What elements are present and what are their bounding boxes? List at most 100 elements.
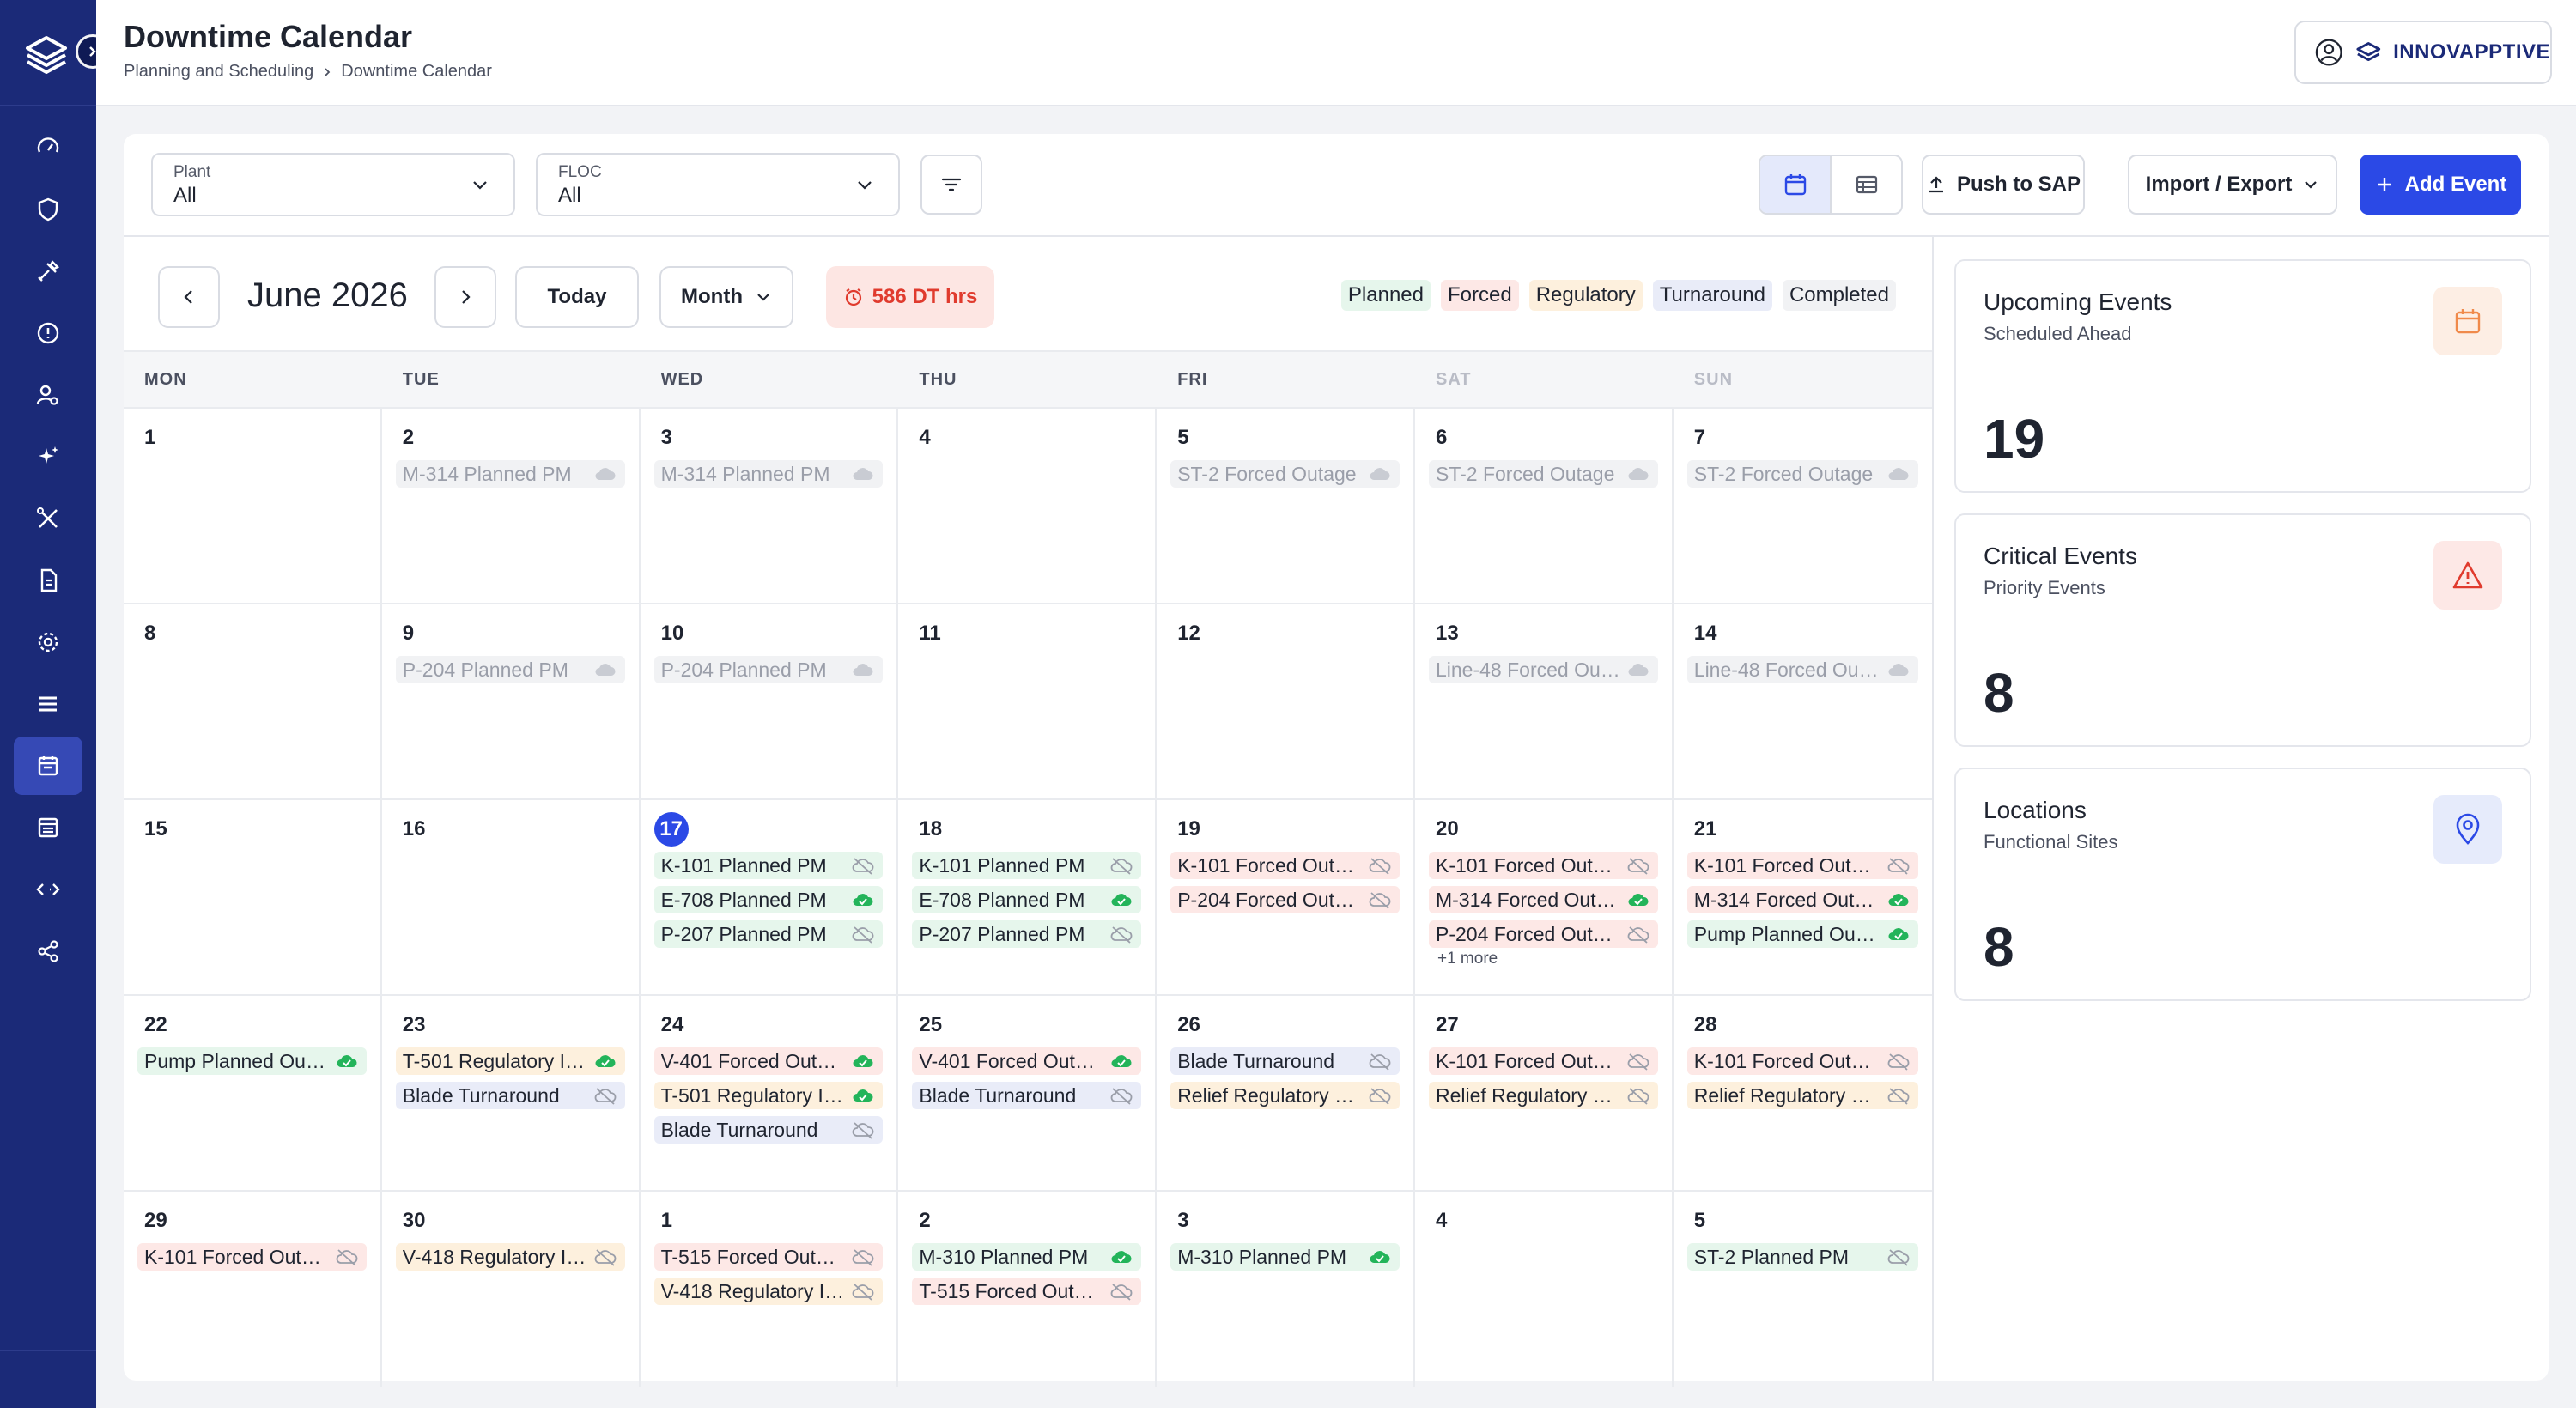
calendar-event-forced[interactable]: T-515 Forced Outage xyxy=(653,1243,884,1271)
calendar-day-cell[interactable]: 18 K-101 Planned PM E-708 Planned PM P-207 … xyxy=(898,800,1157,996)
more-events-link[interactable]: +1 more xyxy=(1437,950,1658,968)
calendar-day-cell[interactable]: 19 K-101 Forced Outage P-204 Forced Outage xyxy=(1157,800,1415,996)
calendar-day-cell[interactable]: 17 K-101 Planned PM E-708 Planned PM P-207 … xyxy=(641,800,899,996)
calendar-event-forced[interactable]: K-101 Forced Outage xyxy=(1428,1047,1658,1075)
calendar-event-completed[interactable]: P-204 Planned PM xyxy=(395,656,625,683)
calendar-event-planned[interactable]: ST-2 Planned PM xyxy=(1686,1243,1918,1271)
plant-select[interactable]: Plant All xyxy=(151,153,515,216)
calendar-day-cell[interactable]: 3 M-314 Planned PM xyxy=(641,409,899,604)
sidebar-item[interactable] xyxy=(0,488,96,549)
calendar-day-cell[interactable]: 1 xyxy=(124,409,382,604)
today-button[interactable]: Today xyxy=(515,266,639,328)
sidebar-item[interactable] xyxy=(0,426,96,488)
calendar-event-regulatory[interactable]: V-418 Regulatory Inspection xyxy=(395,1243,625,1271)
calendar-event-planned[interactable]: E-708 Planned PM xyxy=(653,886,884,913)
sidebar-item[interactable] xyxy=(0,179,96,240)
sidebar-item[interactable] xyxy=(0,117,96,179)
calendar-day-cell[interactable]: 29 K-101 Forced Outage xyxy=(124,1192,382,1387)
calendar-day-cell[interactable]: 30 V-418 Regulatory Inspection xyxy=(382,1192,641,1387)
sidebar-item[interactable] xyxy=(0,735,96,797)
calendar-event-turnaround[interactable]: Blade Turnaround xyxy=(1170,1047,1400,1075)
sidebar-item[interactable] xyxy=(0,240,96,302)
calendar-event-planned[interactable]: Pump Planned Outage xyxy=(137,1047,367,1075)
sidebar-item[interactable] xyxy=(0,673,96,735)
filter-button[interactable] xyxy=(920,155,982,215)
stat-card-upcoming[interactable]: Upcoming Events Scheduled Ahead 19 xyxy=(1954,259,2531,493)
calendar-day-cell[interactable]: 2 M-314 Planned PM xyxy=(382,409,641,604)
calendar-event-completed[interactable]: M-314 Planned PM xyxy=(653,460,884,488)
calendar-day-cell[interactable]: 5 ST-2 Planned PM xyxy=(1674,1192,1932,1387)
calendar-event-forced[interactable]: P-204 Forced Outage xyxy=(1428,920,1658,948)
calendar-day-cell[interactable]: 21 K-101 Forced Outage M-314 Forced Outage… xyxy=(1674,800,1932,996)
calendar-day-cell[interactable]: 13 Line-48 Forced Outage xyxy=(1415,604,1674,800)
calendar-event-turnaround[interactable]: Blade Turnaround xyxy=(912,1082,1142,1109)
calendar-event-turnaround[interactable]: Blade Turnaround xyxy=(395,1082,625,1109)
breadcrumb-item-planning[interactable]: Planning and Scheduling xyxy=(124,62,313,82)
calendar-event-forced[interactable]: K-101 Forced Outage xyxy=(1170,852,1400,879)
next-month-button[interactable] xyxy=(434,266,496,328)
calendar-event-forced[interactable]: P-204 Forced Outage xyxy=(1170,886,1400,913)
prev-month-button[interactable] xyxy=(158,266,220,328)
calendar-day-cell[interactable]: 3 M-310 Planned PM xyxy=(1157,1192,1415,1387)
calendar-event-forced[interactable]: M-314 Forced Outage xyxy=(1686,886,1918,913)
calendar-event-forced[interactable]: K-101 Forced Outage xyxy=(137,1243,367,1271)
calendar-day-cell[interactable]: 23 T-501 Regulatory Inspection Blade Turna… xyxy=(382,996,641,1192)
calendar-event-regulatory[interactable]: V-418 Regulatory Inspection xyxy=(653,1278,884,1305)
import-export-button[interactable]: Import / Export xyxy=(2128,155,2337,215)
calendar-day-cell[interactable]: 25 V-401 Forced Outage Blade Turnaround xyxy=(898,996,1157,1192)
sidebar-item[interactable] xyxy=(0,797,96,859)
calendar-day-cell[interactable]: 7 ST-2 Forced Outage xyxy=(1674,409,1932,604)
calendar-view-button[interactable] xyxy=(1760,156,1830,213)
calendar-day-cell[interactable]: 12 xyxy=(1157,604,1415,800)
sidebar-item[interactable] xyxy=(0,364,96,426)
calendar-event-completed[interactable]: P-204 Planned PM xyxy=(653,656,884,683)
calendar-event-regulatory[interactable]: T-501 Regulatory Inspection xyxy=(395,1047,625,1075)
calendar-day-cell[interactable]: 4 xyxy=(898,409,1157,604)
calendar-event-forced[interactable]: V-401 Forced Outage xyxy=(912,1047,1142,1075)
sidebar-item[interactable] xyxy=(0,611,96,673)
floc-select[interactable]: FLOC All xyxy=(536,153,900,216)
calendar-event-forced[interactable]: K-101 Forced Outage xyxy=(1428,852,1658,879)
calendar-event-forced[interactable]: V-401 Forced Outage xyxy=(653,1047,884,1075)
calendar-day-cell[interactable]: 24 V-401 Forced Outage T-501 Regulatory In… xyxy=(641,996,899,1192)
calendar-day-cell[interactable]: 28 K-101 Forced Outage Relief Regulatory O… xyxy=(1674,996,1932,1192)
calendar-event-completed[interactable]: Line-48 Forced Outage xyxy=(1428,656,1658,683)
calendar-event-completed[interactable]: ST-2 Forced Outage xyxy=(1428,460,1658,488)
calendar-event-regulatory[interactable]: Relief Regulatory Outage xyxy=(1686,1082,1918,1109)
calendar-event-planned[interactable]: K-101 Planned PM xyxy=(912,852,1142,879)
calendar-event-planned[interactable]: K-101 Planned PM xyxy=(653,852,884,879)
calendar-day-cell[interactable]: 6 ST-2 Forced Outage xyxy=(1415,409,1674,604)
calendar-event-planned[interactable]: M-310 Planned PM xyxy=(912,1243,1142,1271)
calendar-event-planned[interactable]: Pump Planned Outage xyxy=(1686,920,1918,948)
calendar-event-forced[interactable]: T-515 Forced Outage xyxy=(912,1278,1142,1305)
calendar-day-cell[interactable]: 26 Blade Turnaround Relief Regulatory Outa… xyxy=(1157,996,1415,1192)
add-event-button[interactable]: Add Event xyxy=(2360,155,2521,215)
calendar-day-cell[interactable]: 2 M-310 Planned PM T-515 Forced Outage xyxy=(898,1192,1157,1387)
calendar-day-cell[interactable]: 1 T-515 Forced Outage V-418 Regulatory Ins… xyxy=(641,1192,899,1387)
calendar-event-turnaround[interactable]: Blade Turnaround xyxy=(653,1116,884,1144)
calendar-day-cell[interactable]: 4 xyxy=(1415,1192,1674,1387)
calendar-event-completed[interactable]: ST-2 Forced Outage xyxy=(1170,460,1400,488)
calendar-event-forced[interactable]: K-101 Forced Outage xyxy=(1686,1047,1918,1075)
user-brand-menu[interactable]: INNOVAPPTIVE xyxy=(2294,21,2552,84)
calendar-event-planned[interactable]: E-708 Planned PM xyxy=(912,886,1142,913)
calendar-event-regulatory[interactable]: Relief Regulatory Outage xyxy=(1170,1082,1400,1109)
sidebar-item[interactable] xyxy=(0,920,96,982)
table-view-button[interactable] xyxy=(1830,156,1901,213)
sidebar-item[interactable] xyxy=(0,302,96,364)
calendar-event-completed[interactable]: ST-2 Forced Outage xyxy=(1686,460,1918,488)
calendar-day-cell[interactable]: 8 xyxy=(124,604,382,800)
calendar-day-cell[interactable]: 14 Line-48 Forced Outage xyxy=(1674,604,1932,800)
calendar-day-cell[interactable]: 5 ST-2 Forced Outage xyxy=(1157,409,1415,604)
calendar-day-cell[interactable]: 16 xyxy=(382,800,641,996)
calendar-day-cell[interactable]: 22 Pump Planned Outage xyxy=(124,996,382,1192)
stat-card-critical[interactable]: Critical Events Priority Events 8 xyxy=(1954,513,2531,747)
sidebar-item[interactable] xyxy=(0,549,96,611)
calendar-event-regulatory[interactable]: Relief Regulatory Outage xyxy=(1428,1082,1658,1109)
calendar-event-planned[interactable]: P-207 Planned PM xyxy=(653,920,884,948)
calendar-event-completed[interactable]: M-314 Planned PM xyxy=(395,460,625,488)
calendar-event-forced[interactable]: K-101 Forced Outage xyxy=(1686,852,1918,879)
sidebar-item[interactable] xyxy=(0,859,96,920)
calendar-day-cell[interactable]: 9 P-204 Planned PM xyxy=(382,604,641,800)
stat-card-locations[interactable]: Locations Functional Sites 8 xyxy=(1954,768,2531,1001)
